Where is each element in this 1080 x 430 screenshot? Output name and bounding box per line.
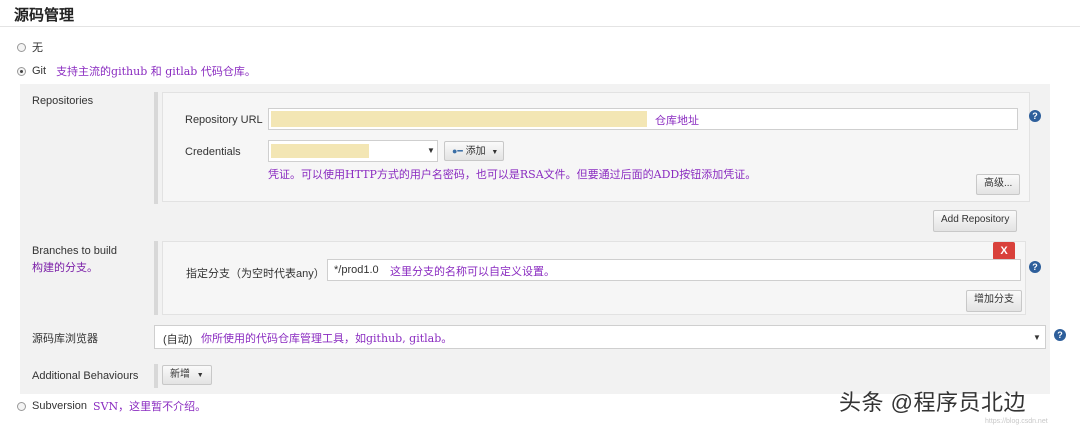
advanced-button[interactable]: 高级... <box>976 174 1021 195</box>
chevron-down-icon: ▼ <box>491 149 499 156</box>
repositories-label: Repositories <box>32 95 94 107</box>
credentials-annotation: 凭证。可以使用HTTP方式的用户名密码，也可以是RSA文件。但要通过后面的ADD… <box>268 168 757 181</box>
key-icon: ●━ <box>452 146 463 156</box>
add-credentials-button[interactable]: ●━ 添加 ▼ <box>444 141 504 161</box>
scm-option-none[interactable]: 无 <box>17 39 43 55</box>
radio-git-label: Git <box>32 65 47 77</box>
add-credentials-label: 添加 <box>465 146 486 157</box>
repositories-inner: Repository URL 仓库地址 Credentials ▼ ●━ 添加 … <box>162 92 1030 202</box>
radio-git[interactable] <box>17 66 26 76</box>
chevron-down-icon: ▼ <box>196 372 204 379</box>
additional-behaviours-label: Additional Behaviours <box>32 370 139 382</box>
scm-option-subversion[interactable]: Subversion SVN，这里暂不介绍。 <box>17 398 206 414</box>
radio-subversion[interactable] <box>17 401 26 411</box>
add-branch-button[interactable]: 增加分支 <box>966 290 1022 312</box>
delete-branch-button[interactable]: X <box>993 242 1015 260</box>
repository-browser-annotation: 你所使用的代码仓库管理工具，如github, gitlab。 <box>201 332 453 345</box>
repositories-help-icon[interactable]: ? <box>1029 110 1041 122</box>
git-annotation: 支持主流的github 和 gitlab 代码仓库。 <box>56 65 256 78</box>
chevron-down-icon: ▼ <box>1033 333 1041 342</box>
credentials-select[interactable]: ▼ <box>268 140 438 162</box>
radio-none-label: 无 <box>32 42 43 54</box>
radio-none[interactable] <box>17 42 26 52</box>
branches-annotation: 构建的分支。 <box>32 261 98 274</box>
branch-specifier-label: 指定分支（为空时代表any） <box>186 268 325 280</box>
add-behaviour-button[interactable]: 新增 ▼ <box>162 365 212 385</box>
git-settings-panel: Repositories Repository URL 仓库地址 Credent… <box>20 84 1066 394</box>
additional-behaviours-block: 新增 ▼ <box>154 364 214 388</box>
title-divider <box>0 26 1080 27</box>
repository-browser-selected: (自动) <box>163 334 193 346</box>
subversion-annotation: SVN，这里暂不介绍。 <box>93 400 207 413</box>
branches-inner: X 指定分支（为空时代表any） */prod1.0 这里分支的名称可以自定义设… <box>162 241 1026 315</box>
section-title: 源码管理 <box>14 7 75 24</box>
credentials-highlight <box>271 144 369 158</box>
repository-browser-help-icon[interactable]: ? <box>1054 329 1066 341</box>
branches-label: Branches to build <box>32 245 117 257</box>
repository-url-label: Repository URL <box>185 114 263 126</box>
branch-specifier-input[interactable]: */prod1.0 这里分支的名称可以自定义设置。 <box>327 259 1021 281</box>
repository-browser-label: 源码库浏览器 <box>32 333 98 345</box>
repository-url-highlight <box>271 111 647 127</box>
watermark: 头条 @程序员北边 <box>839 390 1026 415</box>
branches-block: X 指定分支（为空时代表any） */prod1.0 这里分支的名称可以自定义设… <box>154 241 1050 315</box>
credentials-label: Credentials <box>185 146 241 158</box>
repositories-block: Repository URL 仓库地址 Credentials ▼ ●━ 添加 … <box>154 92 1050 232</box>
add-behaviour-label: 新增 <box>170 369 190 380</box>
chevron-down-icon: ▼ <box>427 146 435 155</box>
branch-annotation: 这里分支的名称可以自定义设置。 <box>390 265 555 278</box>
watermark-url: https://blog.csdn.net <box>985 418 1048 425</box>
add-repository-button[interactable]: Add Repository <box>933 210 1018 232</box>
radio-subversion-label: Subversion <box>32 400 88 412</box>
repository-browser-select[interactable]: (自动) 你所使用的代码仓库管理工具，如github, gitlab。 ▼ <box>154 325 1046 349</box>
branch-specifier-value: */prod1.0 <box>334 264 379 276</box>
scm-option-git[interactable]: Git 支持主流的github 和 gitlab 代码仓库。 <box>17 63 256 79</box>
repository-url-input[interactable]: 仓库地址 <box>268 108 1018 130</box>
repository-url-annotation: 仓库地址 <box>655 114 699 127</box>
branches-help-icon[interactable]: ? <box>1029 261 1041 273</box>
